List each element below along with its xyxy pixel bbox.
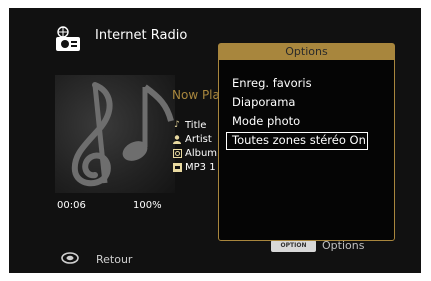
meta-format: MP3 1 — [172, 160, 217, 174]
progress-percent: 100% — [133, 200, 162, 211]
metadata-list: ♪ Title Artist Album MP3 1 — [172, 118, 217, 174]
option-all-zone-stereo[interactable]: Toutes zones stéréo On — [226, 132, 368, 150]
return-button[interactable]: Retour — [96, 253, 132, 266]
elapsed-time: 00:06 — [57, 200, 86, 211]
album-art — [55, 75, 175, 193]
meta-album-label: Album — [185, 147, 218, 159]
meta-artist-label: Artist — [185, 133, 212, 145]
album-icon — [172, 148, 182, 158]
options-popup-title: Options — [219, 44, 394, 60]
meta-format-label: MP3 1 — [185, 161, 216, 173]
page-title: Internet Radio — [95, 28, 188, 43]
format-icon — [172, 162, 182, 172]
radio-icon — [56, 26, 80, 51]
note-icon: ♪ — [174, 120, 180, 130]
meta-artist: Artist — [172, 132, 217, 146]
artist-icon — [172, 134, 182, 144]
option-key-icon: OPTION — [271, 240, 316, 252]
meta-album: Album — [172, 146, 217, 160]
options-popup: Options Enreg. favoris Diaporama Mode ph… — [218, 43, 395, 241]
return-icon[interactable] — [61, 252, 79, 264]
meta-title-label: Title — [185, 119, 207, 131]
meta-title: ♪ Title — [172, 118, 217, 132]
options-list: Enreg. favoris Diaporama Mode photo Tout… — [219, 75, 394, 150]
screen: Internet Radio Now Playing ♪ Title Artis… — [9, 8, 421, 273]
option-photo-mode[interactable]: Mode photo — [232, 113, 394, 132]
option-slideshow[interactable]: Diaporama — [232, 94, 394, 113]
option-save-favorite[interactable]: Enreg. favoris — [232, 75, 394, 94]
music-note-icon — [71, 82, 174, 187]
